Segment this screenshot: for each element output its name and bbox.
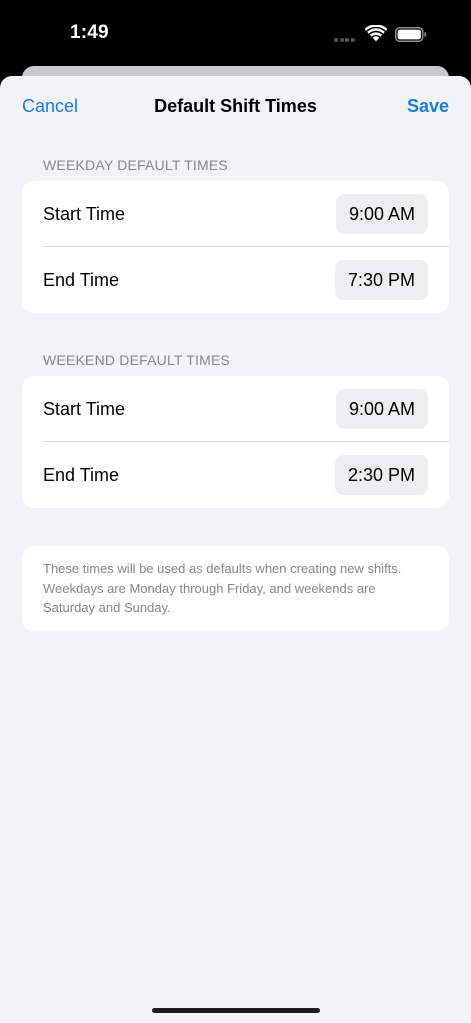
weekend-end-label: End Time — [43, 465, 120, 485]
status-bar: 1:49 — [0, 0, 471, 70]
wifi-icon — [365, 25, 387, 42]
signal-dots-icon — [334, 38, 358, 43]
info-note-text: These times will be used as defaults whe… — [43, 561, 402, 615]
status-time: 1:49 — [70, 22, 109, 43]
weekend-times-group: Start Time 9:00 AM End Time 2:30 PM — [22, 376, 449, 508]
weekday-start-row: Start Time 9:00 AM — [22, 181, 449, 247]
weekday-times-group: Start Time 9:00 AM End Time 7:30 PM — [22, 181, 449, 313]
navigation-bar: Cancel Default Shift Times Save — [0, 76, 471, 138]
weekend-end-time-picker[interactable]: 2:30 PM — [334, 455, 428, 495]
weekend-end-row: End Time 2:30 PM — [22, 442, 449, 508]
weekend-start-time-picker[interactable]: 9:00 AM — [335, 389, 428, 429]
page-title: Default Shift Times — [154, 96, 317, 116]
weekday-section-header: WEEKDAY DEFAULT TIMES — [43, 157, 228, 173]
weekend-start-label: Start Time — [43, 399, 126, 419]
weekend-section-header: WEEKEND DEFAULT TIMES — [43, 352, 231, 368]
weekday-start-time-picker[interactable]: 9:00 AM — [335, 194, 428, 234]
weekday-start-label: Start Time — [43, 204, 126, 224]
save-button[interactable]: Save — [407, 96, 449, 117]
weekday-end-time-picker[interactable]: 7:30 PM — [334, 260, 428, 300]
info-note-card: These times will be used as defaults whe… — [22, 546, 449, 631]
weekday-end-label: End Time — [43, 270, 120, 290]
weekday-end-row: End Time 7:30 PM — [22, 247, 449, 313]
weekend-start-row: Start Time 9:00 AM — [22, 376, 449, 442]
home-indicator[interactable] — [152, 1008, 320, 1013]
modal-sheet: Cancel Default Shift Times Save WEEKDAY … — [0, 76, 471, 1023]
battery-icon — [395, 27, 427, 42]
